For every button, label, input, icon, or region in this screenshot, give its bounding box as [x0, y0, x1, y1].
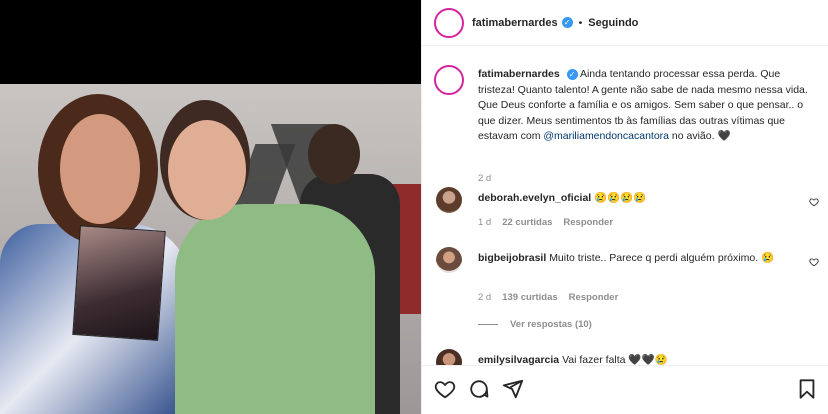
caption-tail: no avião. 🖤: [669, 130, 731, 143]
comment-icon[interactable]: [468, 378, 490, 400]
post-image: [0, 84, 421, 414]
comment-time[interactable]: 2 d: [478, 292, 491, 303]
comment-meta: 1 d 22 curtidas Responder: [478, 217, 613, 228]
comment-body: Muito triste.. Parece q perdi alguém pró…: [549, 252, 775, 264]
verified-badge-icon: ✓: [561, 17, 573, 28]
replies-divider-line: [478, 324, 498, 325]
reply-button[interactable]: Responder: [563, 217, 613, 228]
comment-avatar[interactable]: [436, 187, 462, 213]
post-details-panel: fatimabernardes ✓ • Seguindo fatimaberna…: [421, 0, 828, 414]
post-actions-bar: [422, 365, 828, 414]
person-right-shirt: [175, 204, 375, 414]
caption-author-avatar[interactable]: [434, 65, 464, 95]
comment-avatar[interactable]: [436, 247, 462, 273]
comment-username[interactable]: bigbeijobrasil: [478, 252, 546, 264]
following-button[interactable]: Seguindo: [588, 17, 638, 29]
comment-username[interactable]: emilysilvagarcia: [478, 354, 559, 365]
comment-like-heart-icon[interactable]: [809, 197, 819, 207]
share-icon[interactable]: [502, 378, 524, 400]
background-person-head: [308, 124, 360, 184]
comment-username[interactable]: deborah.evelyn_oficial: [478, 192, 591, 204]
comments-list[interactable]: fatimabernardes ✓ Ainda tentando process…: [422, 47, 828, 365]
person-right-face: [168, 120, 246, 220]
instagram-post-view: fatimabernardes ✓ • Seguindo fatimaberna…: [0, 0, 828, 414]
comment-meta: 2 d 139 curtidas Responder: [478, 292, 618, 303]
comment-time[interactable]: 1 d: [478, 217, 491, 228]
comment-body: Vai fazer falta 🖤🖤😢: [562, 354, 668, 365]
separator-dot: •: [578, 16, 583, 29]
view-replies-button[interactable]: Ver respostas (10): [478, 319, 592, 330]
caption-username[interactable]: fatimabernardes: [478, 68, 560, 80]
view-replies-label: Ver respostas (10): [510, 319, 592, 330]
author-username[interactable]: fatimabernardes: [472, 17, 558, 29]
caption-mention-link[interactable]: @mariliamendoncacantora: [543, 130, 669, 142]
person-left-face: [60, 114, 140, 224]
post-header: fatimabernardes ✓ • Seguindo: [422, 0, 828, 46]
comment-body: 😢😢😢😢: [594, 192, 647, 204]
comment-text: emilysilvagarcia Vai fazer falta 🖤🖤😢: [478, 353, 808, 365]
caption-text: fatimabernardes ✓ Ainda tentando process…: [478, 67, 818, 145]
comment-avatar[interactable]: [436, 349, 462, 365]
comment-likes[interactable]: 22 curtidas: [502, 217, 552, 228]
heart-icon[interactable]: [434, 378, 456, 400]
caption-time[interactable]: 2 d: [478, 173, 491, 184]
author-avatar[interactable]: [434, 7, 464, 38]
comment-text: bigbeijobrasil Muito triste.. Parece q p…: [478, 251, 808, 266]
post-photo[interactable]: [0, 0, 421, 414]
comment-text: deborah.evelyn_oficial 😢😢😢😢: [478, 191, 808, 206]
album-cover: [72, 225, 166, 341]
verified-badge-icon: ✓: [566, 68, 578, 80]
bookmark-icon[interactable]: [796, 378, 818, 400]
comment-like-heart-icon[interactable]: [809, 257, 819, 267]
comment-likes[interactable]: 139 curtidas: [502, 292, 557, 303]
reply-button[interactable]: Responder: [569, 292, 619, 303]
